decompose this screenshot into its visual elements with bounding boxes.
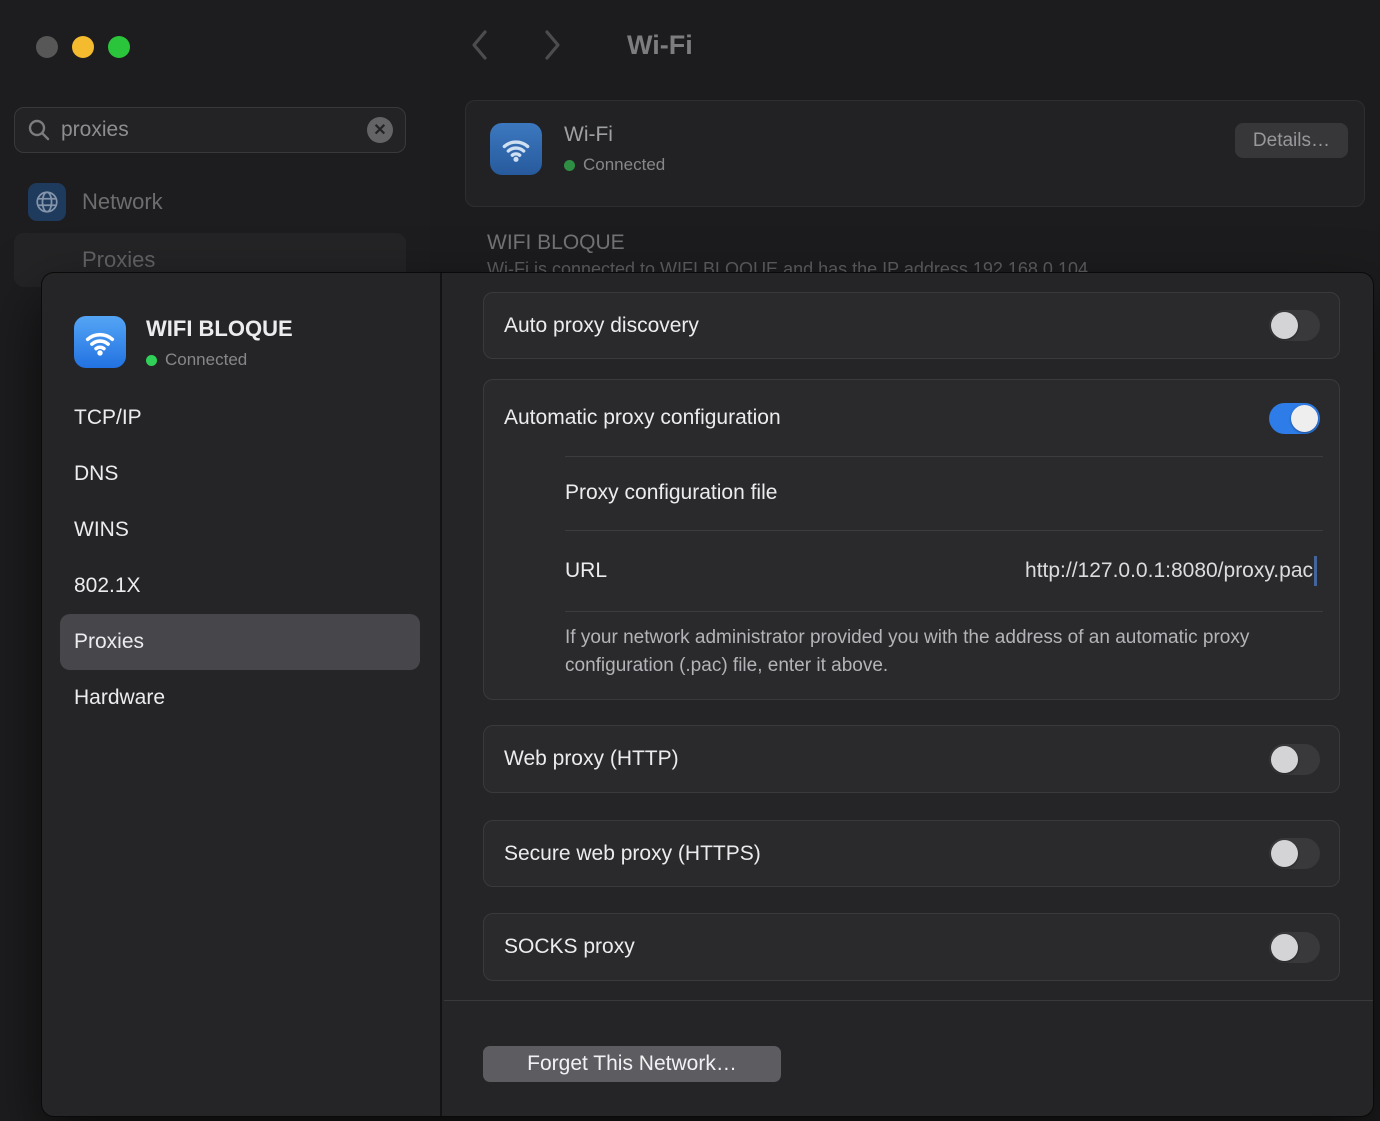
details-button[interactable]: Details… bbox=[1235, 123, 1348, 158]
nav-item-dns[interactable]: DNS bbox=[60, 446, 420, 502]
network-section-title: WIFI BLOQUE bbox=[487, 231, 625, 255]
search-icon bbox=[27, 118, 51, 142]
search-result-proxies-label: Proxies bbox=[82, 247, 155, 273]
sheet-content: Auto proxy discovery Automatic proxy con… bbox=[444, 273, 1373, 1116]
pac-help-text: If your network administrator provided y… bbox=[565, 624, 1265, 680]
auto-proxy-discovery-label: Auto proxy discovery bbox=[504, 314, 699, 338]
wifi-status-card: Wi-Fi Connected Details… bbox=[465, 100, 1365, 207]
secure-web-proxy-row: Secure web proxy (HTTPS) bbox=[483, 820, 1340, 887]
nav-item-8021x[interactable]: 802.1X bbox=[60, 558, 420, 614]
automatic-proxy-configuration-card: Automatic proxy configuration Proxy conf… bbox=[483, 379, 1340, 700]
nav-item-hardware[interactable]: Hardware bbox=[60, 670, 420, 726]
sheet-network-name: WIFI BLOQUE bbox=[146, 316, 293, 342]
nav-item-tcpip[interactable]: TCP/IP bbox=[60, 390, 420, 446]
network-globe-icon bbox=[28, 183, 66, 221]
text-cursor bbox=[1314, 556, 1317, 586]
socks-proxy-label: SOCKS proxy bbox=[504, 935, 635, 959]
page-title: Wi-Fi bbox=[627, 30, 693, 61]
sheet-nav: TCP/IP DNS WINS 802.1X Proxies Hardware bbox=[60, 390, 420, 726]
clear-search-icon[interactable]: ✕ bbox=[367, 117, 393, 143]
socks-proxy-row: SOCKS proxy bbox=[483, 913, 1340, 981]
nav-item-wins[interactable]: WINS bbox=[60, 502, 420, 558]
url-field[interactable]: URL http://127.0.0.1:8080/proxy.pac bbox=[565, 530, 1317, 611]
divider bbox=[565, 611, 1323, 612]
url-value[interactable]: http://127.0.0.1:8080/proxy.pac bbox=[1025, 559, 1313, 583]
content-header: Wi-Fi bbox=[465, 28, 693, 62]
url-label: URL bbox=[565, 559, 607, 583]
wifi-icon bbox=[490, 123, 542, 175]
search-result-network-label: Network bbox=[82, 189, 163, 215]
sheet-sidebar: WIFI BLOQUE Connected TCP/IP DNS WINS 80… bbox=[42, 273, 442, 1116]
socks-proxy-toggle[interactable] bbox=[1269, 932, 1320, 963]
wifi-details-sheet: WIFI BLOQUE Connected TCP/IP DNS WINS 80… bbox=[42, 273, 1373, 1116]
wifi-card-status: Connected bbox=[583, 155, 665, 175]
wifi-network-icon bbox=[74, 316, 126, 368]
web-proxy-label: Web proxy (HTTP) bbox=[504, 747, 679, 771]
nav-item-proxies[interactable]: Proxies bbox=[60, 614, 420, 670]
footer-divider bbox=[444, 1000, 1373, 1001]
auto-proxy-discovery-row: Auto proxy discovery bbox=[483, 292, 1340, 359]
web-proxy-row: Web proxy (HTTP) bbox=[483, 725, 1340, 793]
minimize-window-button[interactable] bbox=[72, 36, 94, 58]
back-icon[interactable] bbox=[465, 28, 495, 62]
zoom-window-button[interactable] bbox=[108, 36, 130, 58]
secure-web-proxy-toggle[interactable] bbox=[1269, 838, 1320, 869]
auto-proxy-discovery-toggle[interactable] bbox=[1269, 310, 1320, 341]
secure-web-proxy-label: Secure web proxy (HTTPS) bbox=[504, 842, 761, 866]
search-result-network[interactable]: Network bbox=[28, 183, 163, 221]
close-window-button[interactable] bbox=[36, 36, 58, 58]
forward-icon[interactable] bbox=[537, 28, 567, 62]
proxy-configuration-file-label: Proxy configuration file bbox=[565, 481, 777, 505]
search-input[interactable]: proxies ✕ bbox=[14, 107, 406, 153]
window-controls bbox=[36, 36, 130, 58]
forget-network-button[interactable]: Forget This Network… bbox=[483, 1046, 781, 1082]
sheet-network-status: Connected bbox=[165, 350, 247, 370]
connected-status-dot bbox=[564, 160, 575, 171]
screen: proxies ✕ Network Proxies bbox=[0, 0, 1380, 1121]
sheet-network-header: WIFI BLOQUE Connected bbox=[74, 316, 293, 370]
sheet-connected-dot bbox=[146, 355, 157, 366]
automatic-proxy-configuration-toggle[interactable] bbox=[1269, 403, 1320, 434]
wifi-card-title: Wi-Fi bbox=[564, 123, 665, 147]
automatic-proxy-configuration-label: Automatic proxy configuration bbox=[504, 406, 781, 430]
search-text: proxies bbox=[61, 118, 367, 142]
web-proxy-toggle[interactable] bbox=[1269, 744, 1320, 775]
